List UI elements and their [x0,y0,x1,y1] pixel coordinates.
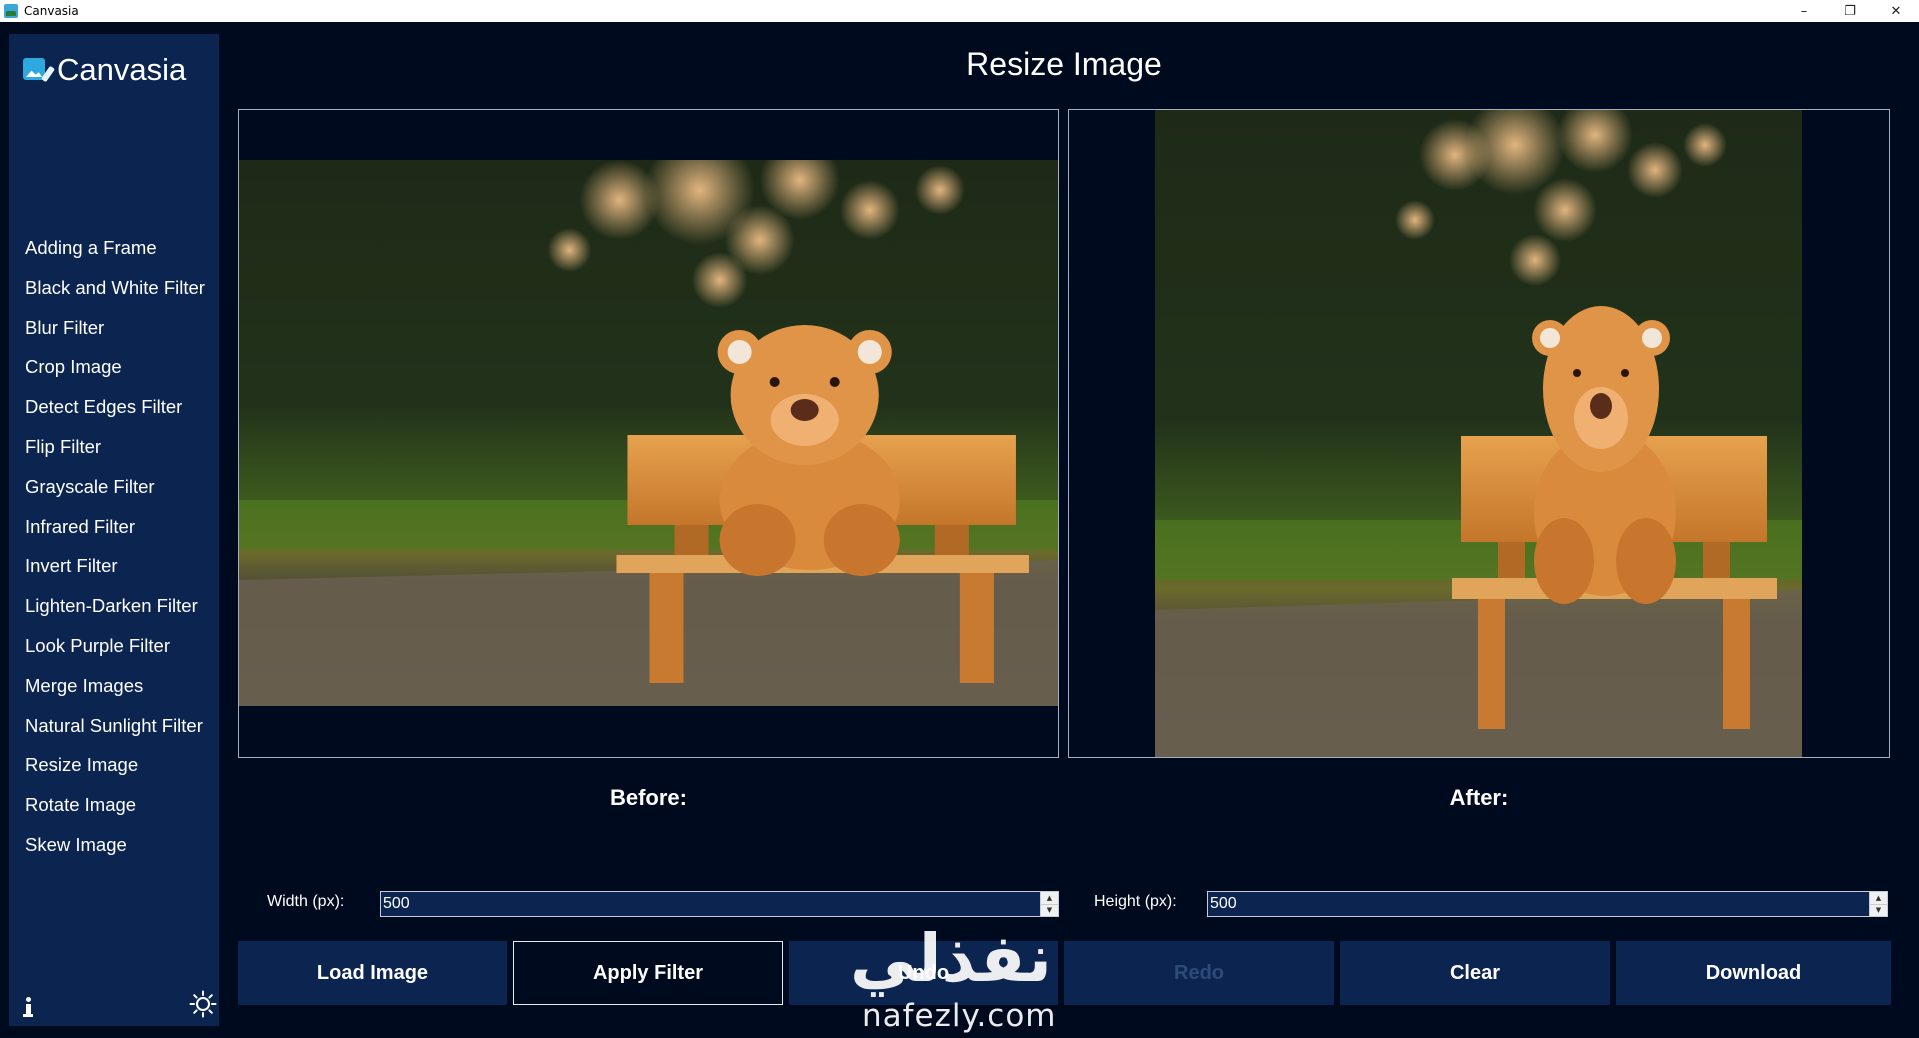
sidebar-item-rotate-image[interactable]: Rotate Image [25,785,205,825]
window-controls: – ❐ ✕ [1781,0,1919,22]
close-icon[interactable]: ✕ [1873,0,1919,22]
sidebar-item-lighten-darken-filter[interactable]: Lighten-Darken Filter [25,586,205,626]
minimize-icon[interactable]: – [1781,0,1827,22]
undo-button[interactable]: Undo [789,941,1058,1005]
after-image [1155,110,1802,757]
after-image-panel [1068,109,1890,758]
sidebar-item-resize-image[interactable]: Resize Image [25,745,205,785]
clear-button[interactable]: Clear [1340,941,1610,1005]
before-image [239,160,1058,706]
download-button[interactable]: Download [1616,941,1891,1005]
sun-icon[interactable] [189,990,217,1018]
width-increment-icon[interactable]: ▲ [1041,892,1058,904]
width-stepper: ▲ ▼ [380,891,1059,917]
canvasia-logo-icon [23,58,56,83]
sidebar-item-look-purple-filter[interactable]: Look Purple Filter [25,626,205,666]
sidebar-item-grayscale-filter[interactable]: Grayscale Filter [25,467,205,507]
sidebar-item-adding-a-frame[interactable]: Adding a Frame [25,228,205,268]
sidebar-item-infrared-filter[interactable]: Infrared Filter [25,507,205,547]
sidebar-item-blur-filter[interactable]: Blur Filter [25,308,205,348]
width-input[interactable] [381,892,1040,916]
window-titlebar: Canvasia – ❐ ✕ [0,0,1919,22]
width-label: Width (px): [267,893,345,910]
sidebar-item-detect-edges-filter[interactable]: Detect Edges Filter [25,387,205,427]
sidebar-item-flip-filter[interactable]: Flip Filter [25,427,205,467]
sidebar-item-invert-filter[interactable]: Invert Filter [25,546,205,586]
sidebar-item-black-and-white-filter[interactable]: Black and White Filter [25,268,205,308]
apply-filter-button[interactable]: Apply Filter [513,941,783,1005]
width-decrement-icon[interactable]: ▼ [1041,903,1058,917]
app-icon [4,4,18,18]
sidebar-menu: Adding a Frame Black and White Filter Bl… [25,228,205,865]
load-image-button[interactable]: Load Image [238,941,507,1005]
brand: Canvasia [23,52,186,88]
sidebar-item-natural-sunlight-filter[interactable]: Natural Sunlight Filter [25,706,205,746]
redo-button[interactable]: Redo [1064,941,1334,1005]
height-label: Height (px): [1094,893,1177,910]
after-label: After: [1449,785,1509,810]
sidebar-item-crop-image[interactable]: Crop Image [25,347,205,387]
before-image-panel [238,109,1059,758]
info-icon[interactable] [18,994,38,1020]
sidebar: Canvasia Adding a Frame Black and White … [9,34,219,1026]
height-increment-icon[interactable]: ▲ [1870,892,1887,904]
height-stepper-arrows: ▲ ▼ [1869,892,1887,916]
page-title: Resize Image [966,46,1162,82]
sidebar-item-merge-images[interactable]: Merge Images [25,666,205,706]
window-title: Canvasia [24,4,79,18]
height-input[interactable] [1208,892,1869,916]
before-label: Before: [609,785,687,810]
height-decrement-icon[interactable]: ▼ [1870,903,1887,917]
restore-icon[interactable]: ❐ [1827,0,1873,22]
height-stepper: ▲ ▼ [1207,891,1888,917]
brand-name: Canvasia [57,52,187,87]
sidebar-item-skew-image[interactable]: Skew Image [25,825,205,865]
width-stepper-arrows: ▲ ▼ [1040,892,1058,916]
